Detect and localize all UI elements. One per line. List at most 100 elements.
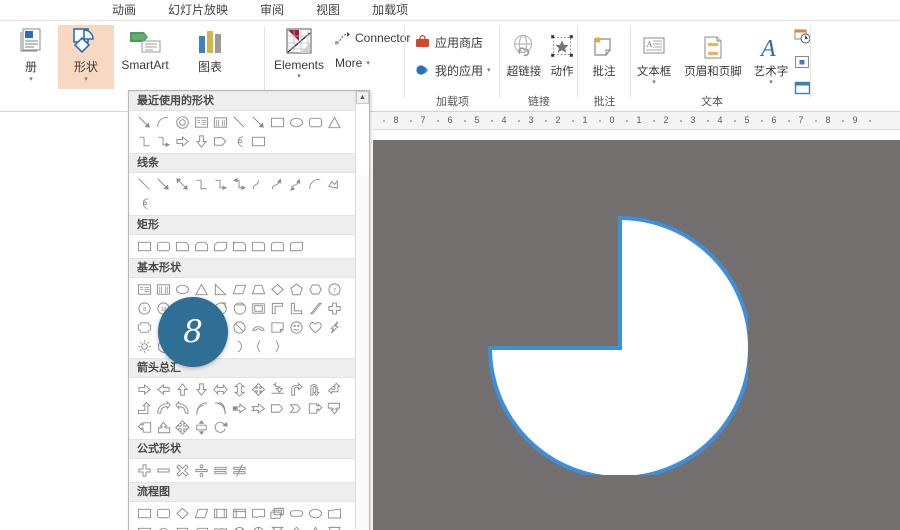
shape-four-way-arrow-icon[interactable] bbox=[249, 380, 268, 399]
shape-flowchart-summing-junction-icon[interactable] bbox=[230, 523, 249, 530]
shape-arc-icon[interactable] bbox=[306, 175, 325, 194]
shape-flowchart-collate-icon[interactable] bbox=[268, 523, 287, 530]
shape-flowchart-process-icon[interactable] bbox=[135, 504, 154, 523]
shape-flowchart-terminator-icon[interactable] bbox=[287, 504, 306, 523]
shape-trapezoid-icon[interactable] bbox=[249, 280, 268, 299]
shape-round-single-corner-rectangle-icon[interactable] bbox=[249, 237, 268, 256]
shape-pentagon-tag-icon[interactable] bbox=[211, 132, 230, 151]
chevron-down-icon[interactable]: ▾ bbox=[487, 66, 491, 74]
shape-flowchart-document-icon[interactable] bbox=[249, 504, 268, 523]
shape-rectangle-icon[interactable] bbox=[135, 237, 154, 256]
shape-right-arrow-icon[interactable] bbox=[135, 380, 154, 399]
shape-elbow-arrow-connector-icon[interactable] bbox=[211, 175, 230, 194]
chevron-down-icon[interactable]: ▾ bbox=[29, 76, 33, 83]
shape-left-brace-icon[interactable] bbox=[249, 337, 268, 356]
shape-curved-connector-icon[interactable] bbox=[249, 175, 268, 194]
word-art-button[interactable]: A 艺术字 ▾ bbox=[749, 27, 793, 87]
shape-division-sign-icon[interactable] bbox=[192, 461, 211, 480]
scrollbar-thumb[interactable] bbox=[356, 105, 369, 175]
ribbon-tab-4[interactable]: 加载项 bbox=[356, 0, 424, 20]
shape-pentagon-icon[interactable] bbox=[287, 280, 306, 299]
shape-up-down-arrow-icon[interactable] bbox=[230, 380, 249, 399]
shape-plaque-icon[interactable] bbox=[135, 318, 154, 337]
shape-flowchart-merge-icon[interactable] bbox=[325, 523, 344, 530]
shape-snip-and-round-single-corner-icon[interactable] bbox=[230, 237, 249, 256]
shape-line-icon[interactable] bbox=[135, 175, 154, 194]
shape-elbow-connector-icon[interactable] bbox=[135, 132, 154, 151]
shape-round-same-side-corner-rectangle-icon[interactable] bbox=[268, 237, 287, 256]
slide-canvas[interactable] bbox=[373, 140, 900, 530]
shape-elbow-connector-icon[interactable] bbox=[192, 175, 211, 194]
shape-hexagon-icon[interactable] bbox=[306, 280, 325, 299]
shape-left-arrow-callout-icon[interactable] bbox=[135, 418, 154, 437]
shape-down-arrow-icon[interactable] bbox=[192, 380, 211, 399]
date-time-button[interactable] bbox=[793, 27, 815, 45]
shape-circular-arrow-icon[interactable] bbox=[211, 418, 230, 437]
shape-cross-arrow-icon[interactable] bbox=[173, 418, 192, 437]
shape-cross-icon[interactable] bbox=[325, 299, 344, 318]
gallery-scrollbar[interactable]: ▲ bbox=[355, 91, 369, 529]
shape-flowchart-connector-icon[interactable] bbox=[154, 523, 173, 530]
slide-number-button[interactable] bbox=[793, 53, 815, 71]
shape-l-shape-icon[interactable] bbox=[287, 299, 306, 318]
shape-u-turn-arrow-icon[interactable] bbox=[306, 380, 325, 399]
shape-text-box-icon[interactable] bbox=[192, 113, 211, 132]
chevron-down-icon[interactable]: ▾ bbox=[366, 59, 370, 67]
shape-flowchart-predefined-process-icon[interactable] bbox=[211, 504, 230, 523]
shape-freeform-scribble-icon[interactable] bbox=[230, 132, 249, 151]
shape-flowchart-manual-input-icon[interactable] bbox=[325, 504, 344, 523]
shape-parallelogram-icon[interactable] bbox=[230, 280, 249, 299]
shape-line-double-arrow-icon[interactable] bbox=[173, 175, 192, 194]
shape-round-diagonal-corner-rectangle-icon[interactable] bbox=[287, 237, 306, 256]
shape-square-frame-icon[interactable] bbox=[249, 299, 268, 318]
scroll-up-arrow-icon[interactable]: ▲ bbox=[356, 91, 369, 104]
shape-flowchart-punched-tape-icon[interactable] bbox=[211, 523, 230, 530]
shape-line-arrow-2-icon[interactable] bbox=[249, 113, 268, 132]
comment-button[interactable]: 批注 bbox=[580, 27, 628, 79]
shape-snip-diagonal-corner-rectangle-icon[interactable] bbox=[211, 237, 230, 256]
shape-heart-icon[interactable] bbox=[306, 318, 325, 337]
shape-vertical-text-box-icon[interactable] bbox=[211, 113, 230, 132]
chevron-down-icon[interactable]: ▾ bbox=[652, 79, 656, 87]
more-button[interactable]: More ▾ bbox=[335, 56, 370, 70]
shape-not-equal-sign-icon[interactable] bbox=[230, 461, 249, 480]
shape-bent-arrow-icon[interactable] bbox=[287, 380, 306, 399]
shape-freeform-icon[interactable] bbox=[325, 175, 344, 194]
shape-oval-icon[interactable] bbox=[287, 113, 306, 132]
shape-right-arrow-icon[interactable] bbox=[173, 132, 192, 151]
pie-shape[interactable] bbox=[488, 210, 748, 475]
chevron-down-icon[interactable]: ▾ bbox=[769, 79, 773, 87]
photo-album-button[interactable]: 册 ▾ bbox=[8, 25, 54, 89]
shape-left-up-arrow-icon[interactable] bbox=[325, 380, 344, 399]
chevron-down-icon[interactable]: ▾ bbox=[84, 76, 88, 83]
shape-octagon-icon[interactable]: 8 bbox=[135, 299, 154, 318]
header-footer-button[interactable]: 页眉和页脚 bbox=[677, 27, 749, 79]
shape-scribble-icon[interactable] bbox=[135, 194, 154, 213]
shape-curved-left-arrow-icon[interactable] bbox=[173, 399, 192, 418]
shape-flowchart-data-icon[interactable] bbox=[192, 504, 211, 523]
shape-flowchart-or-icon[interactable] bbox=[249, 523, 268, 530]
shape-pentagon-arrow-icon[interactable] bbox=[268, 399, 287, 418]
shape-up-arrow-callout-icon[interactable] bbox=[154, 418, 173, 437]
shape-curve-icon[interactable] bbox=[249, 132, 268, 151]
shape-left-right-arrow-icon[interactable] bbox=[211, 380, 230, 399]
horizontal-ruler[interactable]: 9876543210123456789 bbox=[373, 112, 900, 130]
shape-text-box-icon[interactable] bbox=[135, 280, 154, 299]
shape-line-arrow-icon[interactable] bbox=[135, 113, 154, 132]
shape-flowchart-off-page-connector-icon[interactable] bbox=[173, 523, 192, 530]
shape-rectangle-icon[interactable] bbox=[268, 113, 287, 132]
shape-bent-up-arrow-icon[interactable] bbox=[135, 399, 154, 418]
smartart-button[interactable]: SmartArt bbox=[114, 25, 176, 89]
shape-minus-sign-icon[interactable] bbox=[154, 461, 173, 480]
shape-diagonal-stripe-icon[interactable] bbox=[306, 299, 325, 318]
shape-flowchart-card-icon[interactable] bbox=[192, 523, 211, 530]
shape-down-arrow-callout-icon[interactable] bbox=[325, 399, 344, 418]
shape-no-symbol-icon[interactable] bbox=[230, 318, 249, 337]
chevron-down-icon[interactable]: ▾ bbox=[297, 73, 301, 80]
shape-flowchart-multidocument-icon[interactable] bbox=[268, 504, 287, 523]
shape-donut-icon[interactable] bbox=[173, 113, 192, 132]
shape-equal-sign-icon[interactable] bbox=[211, 461, 230, 480]
shape-left-arrow-icon[interactable] bbox=[154, 380, 173, 399]
shape-right-triangle-icon[interactable] bbox=[211, 280, 230, 299]
shape-line-icon[interactable] bbox=[230, 113, 249, 132]
